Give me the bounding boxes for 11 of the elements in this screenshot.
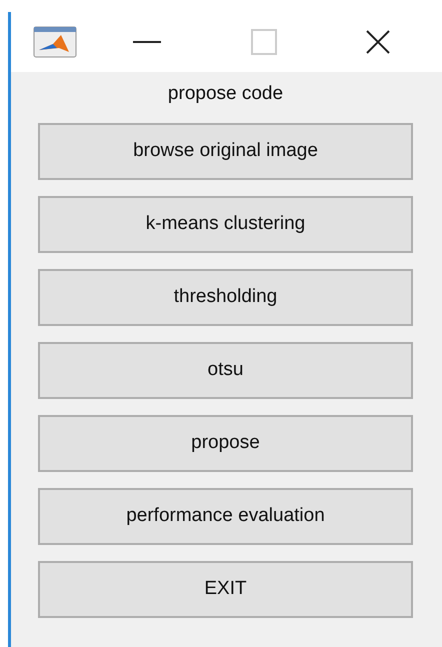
action-button[interactable]: k-means clustering [38, 196, 413, 252]
close-icon[interactable] [365, 29, 391, 55]
action-button[interactable]: performance evaluation [38, 488, 413, 544]
action-button[interactable]: EXIT [38, 560, 413, 618]
action-button[interactable]: otsu [38, 342, 413, 398]
app-logo-icon [33, 26, 77, 58]
action-button[interactable]: thresholding [38, 268, 413, 326]
minimize-icon[interactable] [133, 40, 161, 44]
action-button[interactable]: propose [38, 414, 413, 472]
header-label: propose code [168, 82, 284, 106]
action-button[interactable]: browse original image [38, 122, 413, 180]
